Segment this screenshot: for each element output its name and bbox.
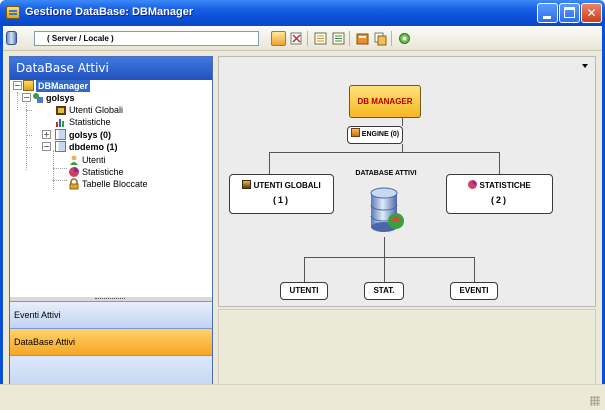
dropdown-arrow-icon[interactable] (582, 64, 588, 68)
connector-line (474, 257, 475, 282)
toolbar-separator (307, 31, 308, 46)
toolbar-separator (391, 31, 392, 46)
node-engine-label: ENGINE (0) (361, 131, 400, 138)
user-icon (68, 154, 80, 166)
node-users[interactable]: UTENTI (280, 282, 328, 300)
status-bar (0, 384, 605, 410)
users-icon (242, 180, 252, 189)
node-active-db-label: DATABASE ATTIVI (355, 170, 417, 177)
resize-grip-icon[interactable] (590, 396, 600, 406)
tree-connector (53, 168, 67, 169)
tree-collapse-toggle[interactable]: − (42, 142, 51, 151)
tree-expand-toggle[interactable]: + (42, 130, 51, 139)
connector-line (269, 152, 270, 174)
tree-item-label: Statistiche (82, 167, 124, 177)
connector-line (304, 257, 474, 258)
tree-item-label: Tabelle Bloccate (82, 179, 148, 189)
maximize-button[interactable] (559, 3, 580, 23)
refresh-icon[interactable] (397, 31, 412, 46)
tree-connector (26, 147, 32, 148)
sidebar-header: DataBase Attivi (10, 57, 212, 80)
node-global-users-count: (1) (273, 195, 290, 205)
server-icon (32, 92, 44, 104)
lock-icon (68, 178, 80, 190)
maximize-icon (564, 7, 575, 18)
tree-item-label: Utenti Globali (69, 105, 124, 115)
clear-icon[interactable] (289, 31, 304, 46)
diagram-panel: DB MANAGER ENGINE (0) UTENTI GLOBALI (1)… (218, 56, 596, 307)
close-button[interactable]: ✕ (581, 3, 602, 23)
tree-connector (26, 135, 32, 136)
database-tree[interactable]: − DBManager − golsys Utenti Globali Stat… (10, 80, 212, 297)
engine-icon (350, 128, 360, 137)
app-window: Gestione DataBase: DBManager ✕ ( Server … (0, 0, 605, 410)
splitter-grip (95, 298, 125, 300)
database-icon (23, 80, 34, 91)
tree-item-label: golsys (46, 93, 75, 103)
window-title: Gestione DataBase: DBManager (25, 6, 194, 18)
tree-item-label: Statistiche (69, 117, 111, 127)
tree-item-label: DBManager (36, 80, 91, 92)
list-icon[interactable] (313, 31, 328, 46)
title-bar[interactable]: Gestione DataBase: DBManager ✕ (0, 0, 605, 26)
copy-icon[interactable] (373, 31, 388, 46)
close-icon: ✕ (586, 6, 597, 20)
properties-icon[interactable] (355, 31, 370, 46)
database-cylinder-icon[interactable] (367, 185, 407, 237)
tree-item-label: dbdemo (1) (69, 142, 118, 152)
node-statistics-count: (2) (491, 195, 508, 205)
minimize-icon (543, 16, 551, 19)
open-icon[interactable] (271, 31, 286, 46)
connector-line (269, 152, 499, 153)
database-table-icon (55, 129, 66, 140)
connector-line (499, 152, 500, 174)
tree-connector (53, 150, 54, 190)
node-events[interactable]: EVENTI (450, 282, 498, 300)
database-icon (6, 31, 17, 45)
toolbar: ( Server / Locale ) (3, 26, 602, 51)
users-icon (55, 104, 67, 116)
database-table-icon (55, 141, 66, 152)
tree-collapse-toggle[interactable]: − (13, 81, 22, 90)
chart-icon (55, 116, 67, 128)
node-statistics-label: STATISTICHE (479, 181, 531, 190)
tree-item-label: Utenti (82, 155, 106, 165)
node-engine[interactable]: ENGINE (0) (347, 126, 403, 144)
sidebar: DataBase Attivi − DBManager − golsys Ute… (9, 56, 213, 408)
nav-events[interactable]: Eventi Attivi (10, 301, 212, 328)
node-global-users[interactable]: UTENTI GLOBALI (1) (229, 174, 334, 214)
connector-line (384, 237, 385, 257)
toolbar-separator (349, 31, 350, 46)
tree-connector (26, 110, 32, 111)
node-global-users-label: UTENTI GLOBALI (253, 181, 321, 190)
database-app-icon (6, 6, 20, 19)
connector-line (304, 257, 305, 282)
node-db-manager[interactable]: DB MANAGER (349, 85, 421, 118)
pie-chart-icon (468, 180, 478, 189)
nav-databases[interactable]: DataBase Attivi (10, 328, 212, 355)
connector-line (402, 144, 403, 152)
list-alt-icon[interactable] (331, 31, 346, 46)
node-statistics[interactable]: STATISTICHE (2) (446, 174, 553, 214)
connector-line (402, 118, 403, 126)
tree-connector (53, 180, 67, 181)
client-area: ( Server / Locale ) DataBase Attivi − DB… (3, 26, 602, 410)
node-stat[interactable]: STAT. (364, 282, 404, 300)
server-selector[interactable]: ( Server / Locale ) (34, 31, 259, 46)
connector-line (384, 257, 385, 282)
tree-item-label: golsys (0) (69, 130, 112, 140)
tree-collapse-toggle[interactable]: − (22, 93, 31, 102)
minimize-button[interactable] (537, 3, 558, 23)
pie-chart-icon (68, 166, 80, 178)
tree-connector (17, 92, 18, 110)
